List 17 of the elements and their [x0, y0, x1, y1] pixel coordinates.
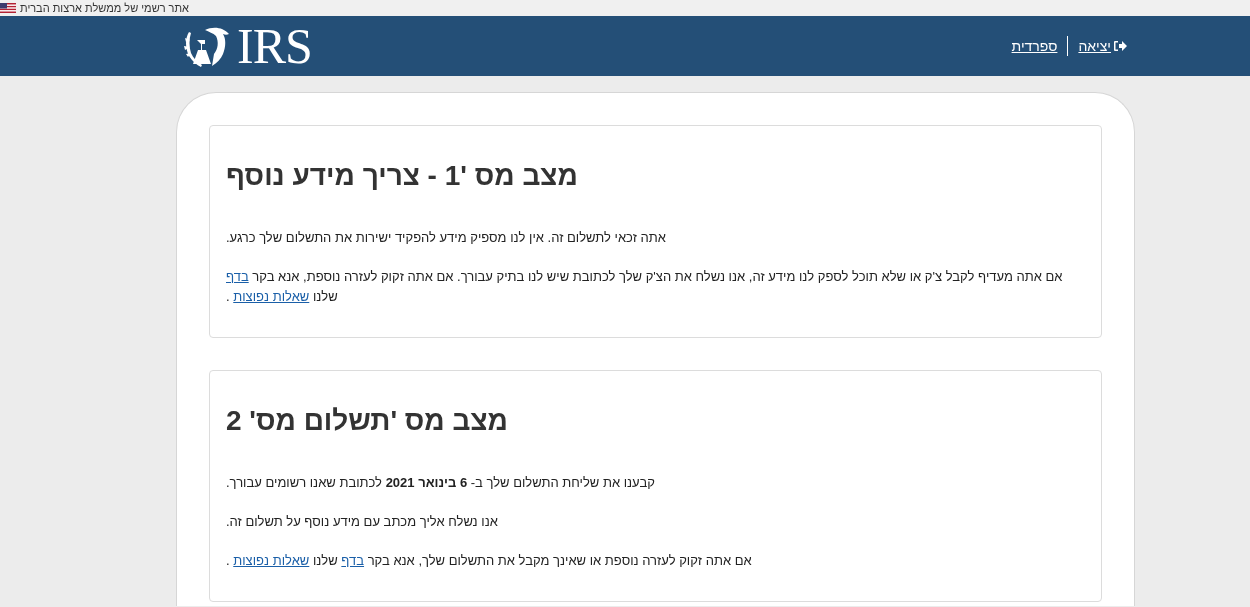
paragraph: אם אתה זקוק לעזרה נוספת או שאינך מקבל את התשלום שלך, אנא בקר בדף שלנו שאלות נפוצות .: [226, 552, 753, 570]
language-link[interactable]: ספרדית: [1011, 38, 1058, 54]
irs-logo-text: IRS: [237, 24, 312, 68]
faq-link[interactable]: בדף: [226, 269, 249, 284]
faq-link[interactable]: בדף: [341, 553, 365, 568]
faq-link[interactable]: שאלות נפוצות: [233, 553, 310, 568]
official-site-notice: אתר רשמי של ממשלת ארצות הברית: [20, 2, 189, 14]
sign-out-icon: [1113, 40, 1127, 52]
card-heading: מצב מס 'תשלום מס' 2: [226, 405, 509, 437]
paragraph: אנו נשלח אליך מכתב עם מידע נוסף על תשלום זה.: [226, 513, 499, 531]
card-heading: מצב מס '1 - צריך מידע נוסף: [226, 160, 579, 192]
flag-icon: [0, 3, 16, 13]
paragraph: קבענו את שליחת התשלום שלך ב- 6 בינואר 2021 לכתובת שאנו רשומים עבורך.: [226, 474, 656, 492]
logout-link[interactable]: יציאה: [1078, 38, 1127, 54]
paragraph: אם אתה מעדיף לקבל צ'ק או שלא תוכל לספק לנו מידע זה, אנו נשלח את הצ'ק שלך לכתובת שיש לנו בתיק עבורך. אם אתה זקוק לעזרה נוספת, אנא בקר בדף שלנו שאלות נפוצות .: [226, 268, 1064, 306]
paragraph: אתה זכאי לתשלום זה. אין לנו מספיק מידע להפקיד ישירות את התשלום שלך כרגע.: [226, 229, 667, 247]
faq-link[interactable]: שאלות נפוצות: [233, 289, 310, 304]
